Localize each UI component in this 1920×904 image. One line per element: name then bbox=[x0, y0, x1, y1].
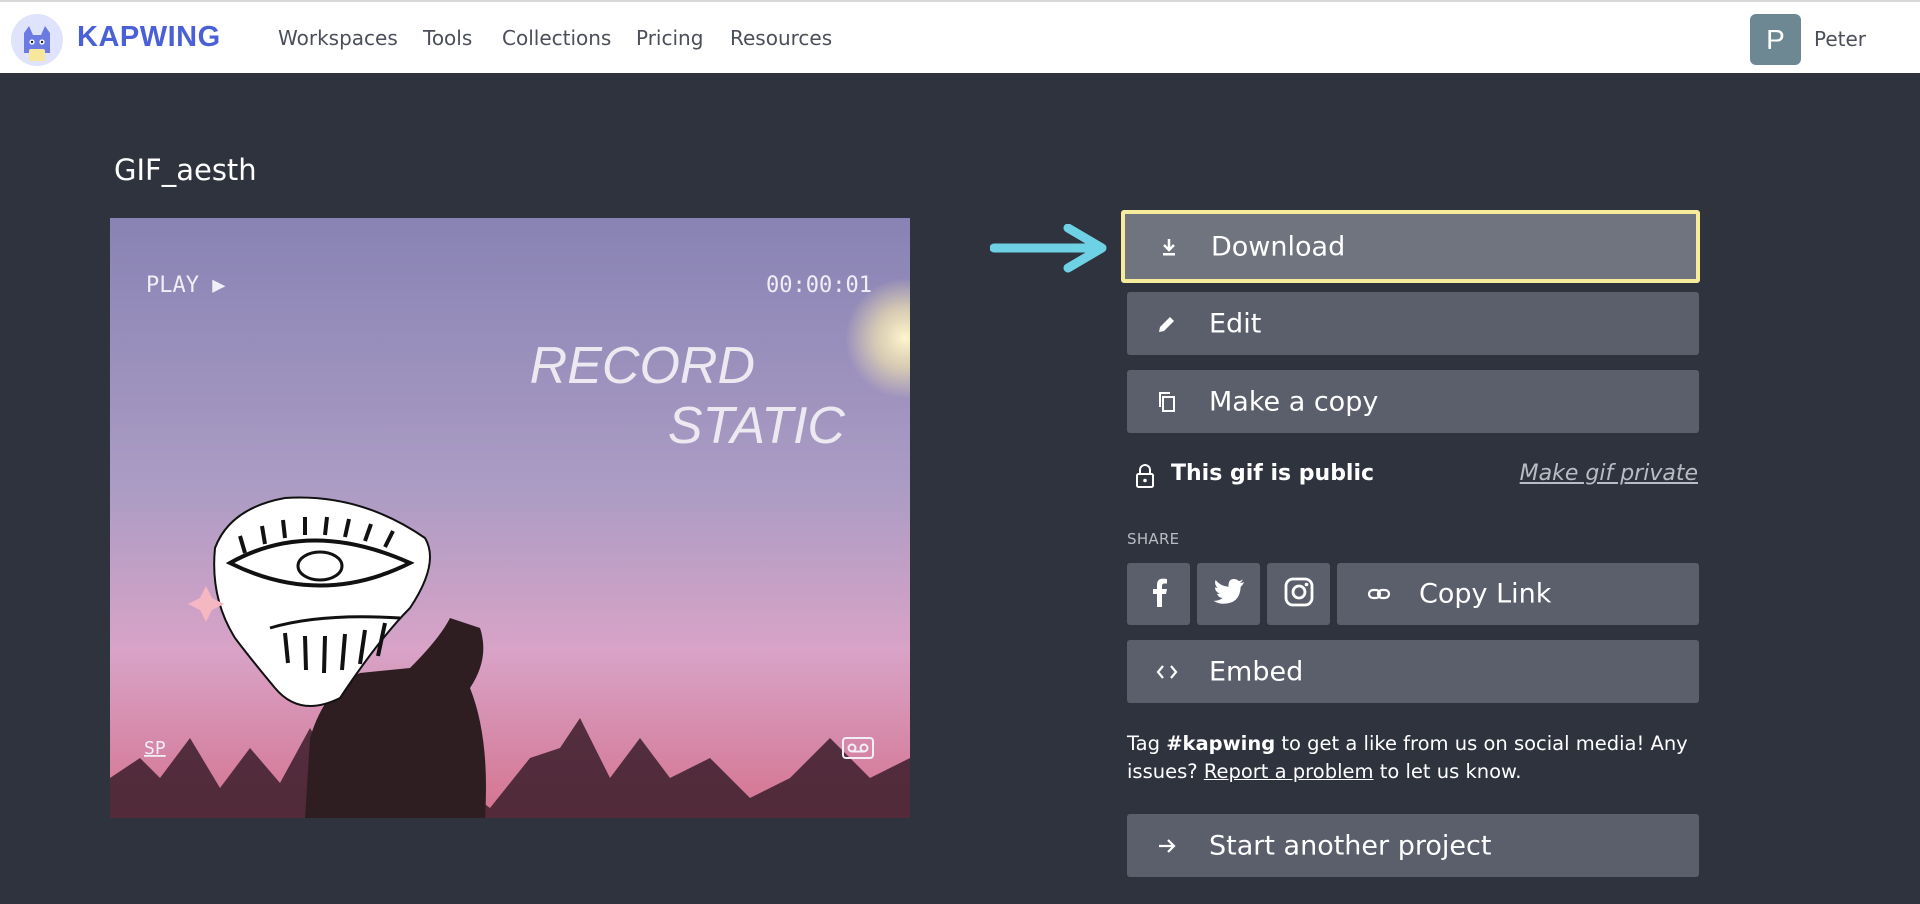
kapwing-logo-icon[interactable] bbox=[10, 13, 64, 67]
twitter-icon bbox=[1213, 578, 1245, 610]
pencil-icon bbox=[1155, 312, 1179, 336]
nav-resources[interactable]: Resources bbox=[730, 26, 832, 50]
arrow-pointer-icon bbox=[989, 223, 1120, 278]
user-name[interactable]: Peter bbox=[1814, 27, 1866, 51]
gif-preview: PLAY ▶ 00:00:01 RECORD STATIC SP bbox=[110, 218, 910, 818]
hashtag: #kapwing bbox=[1166, 732, 1276, 755]
preview-sp-label: SP bbox=[144, 738, 166, 759]
preview-text-record: RECORD bbox=[530, 337, 755, 395]
facebook-icon bbox=[1149, 577, 1169, 611]
share-heading: SHARE bbox=[1127, 530, 1180, 548]
instagram-share-button[interactable] bbox=[1267, 563, 1330, 625]
top-navigation-bar: KAPWING Workspaces Tools Collections Pri… bbox=[0, 0, 1920, 73]
edit-button[interactable]: Edit bbox=[1127, 292, 1699, 355]
project-title: GIF_aesth bbox=[114, 153, 257, 187]
make-copy-label: Make a copy bbox=[1209, 386, 1379, 417]
code-icon bbox=[1155, 660, 1179, 684]
lock-icon bbox=[1134, 463, 1156, 489]
nav-pricing[interactable]: Pricing bbox=[636, 26, 703, 50]
make-private-link[interactable]: Make gif private bbox=[1520, 461, 1698, 486]
embed-button[interactable]: Embed bbox=[1127, 640, 1699, 703]
download-button[interactable]: Download bbox=[1121, 210, 1700, 283]
nav-collections[interactable]: Collections bbox=[502, 26, 611, 50]
copy-icon bbox=[1155, 390, 1179, 414]
link-icon bbox=[1367, 582, 1391, 606]
facebook-share-button[interactable] bbox=[1127, 563, 1190, 625]
user-avatar[interactable]: P bbox=[1750, 14, 1801, 65]
instagram-icon bbox=[1284, 577, 1314, 611]
copy-link-label: Copy Link bbox=[1419, 578, 1552, 610]
preview-timecode: 00:00:01 bbox=[766, 273, 872, 298]
nav-tools[interactable]: Tools bbox=[423, 26, 472, 50]
report-problem-link[interactable]: Report a problem bbox=[1204, 760, 1374, 783]
arrow-right-icon bbox=[1155, 834, 1179, 858]
download-label: Download bbox=[1211, 231, 1346, 262]
twitter-share-button[interactable] bbox=[1197, 563, 1260, 625]
brand-name[interactable]: KAPWING bbox=[77, 21, 221, 54]
embed-label: Embed bbox=[1209, 656, 1304, 687]
nav-workspaces[interactable]: Workspaces bbox=[278, 26, 398, 50]
visibility-status: This gif is public bbox=[1171, 461, 1375, 486]
download-icon bbox=[1157, 235, 1181, 259]
preview-text-static: STATIC bbox=[668, 397, 846, 455]
edit-label: Edit bbox=[1209, 308, 1262, 339]
social-info-text: Tag #kapwing to get a like from us on so… bbox=[1127, 732, 1688, 783]
start-another-project-button[interactable]: Start another project bbox=[1127, 814, 1699, 877]
preview-play-label: PLAY ▶ bbox=[146, 273, 226, 298]
make-copy-button[interactable]: Make a copy bbox=[1127, 370, 1699, 433]
copy-link-button[interactable]: Copy Link bbox=[1337, 563, 1699, 625]
start-another-label: Start another project bbox=[1209, 830, 1492, 861]
